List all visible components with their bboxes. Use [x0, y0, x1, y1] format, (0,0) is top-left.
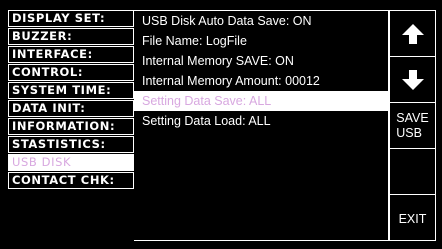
- arrow-down-icon: [401, 69, 424, 90]
- save-usb-button[interactable]: SAVE USB: [390, 103, 435, 149]
- setting-internal-memory-amount[interactable]: Internal Memory Amount: 00012: [134, 71, 388, 91]
- setting-data-save[interactable]: Setting Data Save: ALL: [134, 91, 388, 111]
- menu-item-buzzer[interactable]: BUZZER:: [8, 28, 134, 45]
- setting-file-name[interactable]: File Name: LogFile: [134, 31, 388, 51]
- menu-item-information[interactable]: INFORMATION:: [8, 118, 134, 135]
- setting-internal-memory-save[interactable]: Internal Memory SAVE: ON: [134, 51, 388, 71]
- menu-item-control[interactable]: CONTROL:: [8, 64, 134, 81]
- menu-item-display-set[interactable]: DISPLAY SET:: [8, 10, 134, 27]
- blank-softkey[interactable]: [390, 149, 435, 195]
- menu-item-interface[interactable]: INTERFACE:: [8, 46, 134, 63]
- menu-item-usb-disk[interactable]: USB DISK: [8, 154, 134, 171]
- setting-usb-auto-save[interactable]: USB Disk Auto Data Save: ON: [134, 11, 388, 31]
- usb-disk-settings-screen: DISPLAY SET: BUZZER: INTERFACE: CONTROL:…: [0, 0, 442, 249]
- settings-menu: DISPLAY SET: BUZZER: INTERFACE: CONTROL:…: [8, 10, 134, 190]
- exit-button[interactable]: EXIT: [390, 195, 435, 242]
- softkey-column: SAVE USB EXIT: [389, 10, 436, 241]
- menu-item-statistics[interactable]: STASTISTICS:: [8, 136, 134, 153]
- down-button[interactable]: [390, 57, 435, 103]
- up-button[interactable]: [390, 11, 435, 57]
- arrow-up-icon: [401, 23, 424, 44]
- usb-disk-settings-panel: USB Disk Auto Data Save: ON File Name: L…: [134, 10, 389, 241]
- save-usb-label-line1: SAVE: [396, 110, 429, 125]
- menu-item-contact-chk[interactable]: CONTACT CHK:: [8, 172, 134, 189]
- menu-item-data-init[interactable]: DATA INIT:: [8, 100, 134, 117]
- save-usb-label-line2: USB: [396, 125, 422, 140]
- menu-item-system-time[interactable]: SYSTEM TIME:: [8, 82, 134, 99]
- setting-data-load[interactable]: Setting Data Load: ALL: [134, 111, 388, 131]
